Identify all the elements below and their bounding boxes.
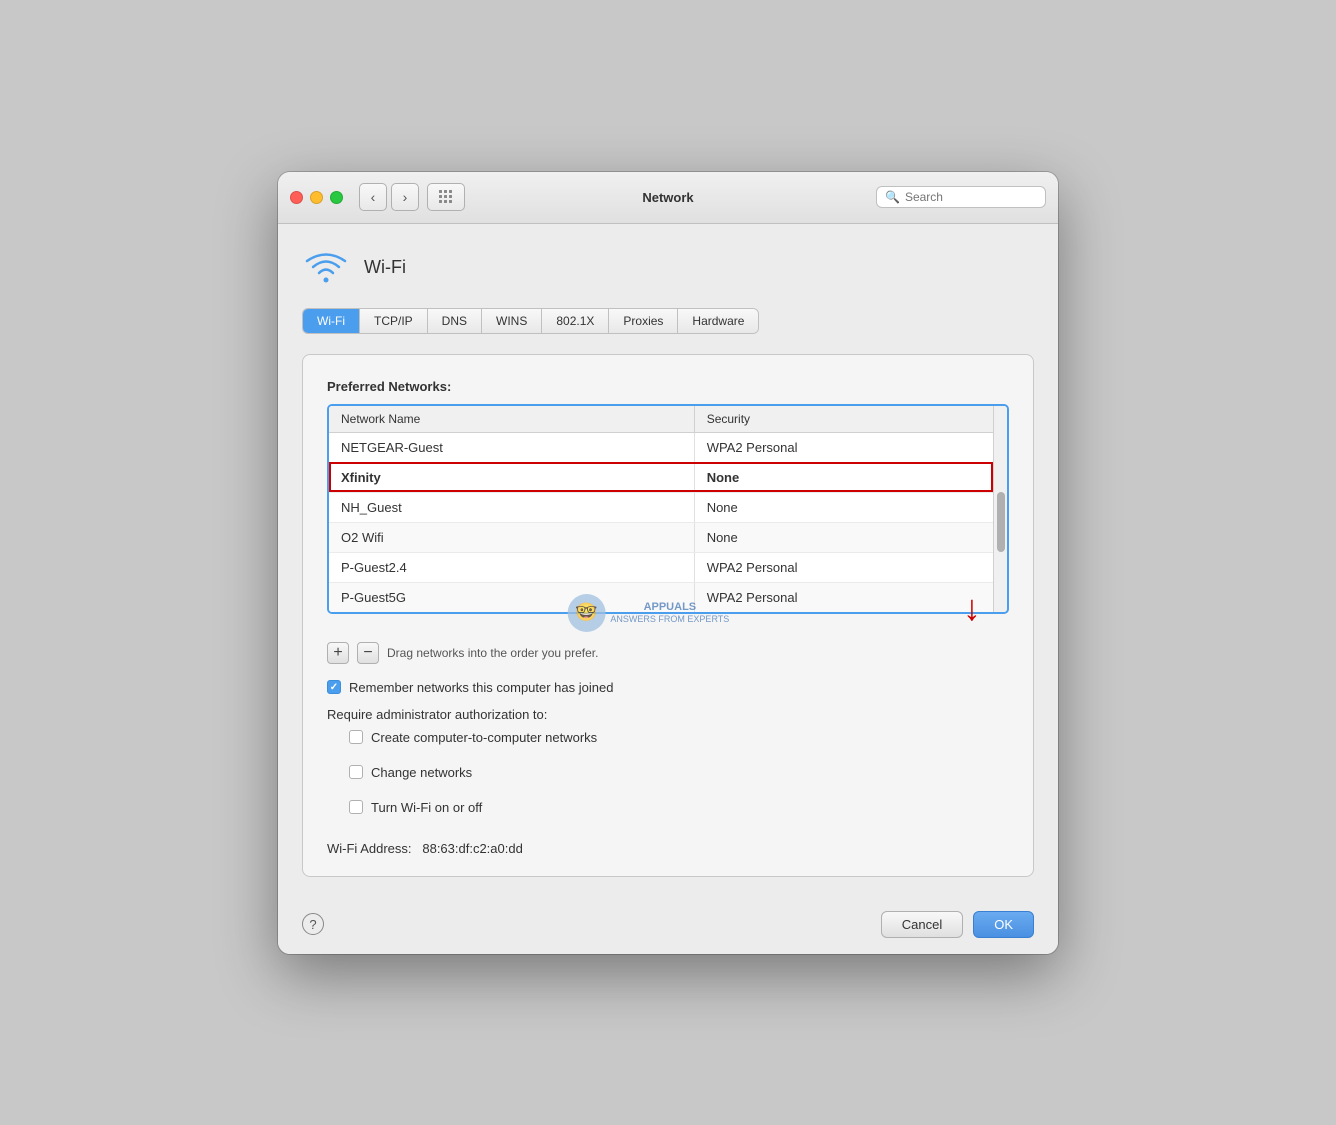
preferred-networks-label: Preferred Networks: (327, 379, 1009, 394)
close-button[interactable] (290, 191, 303, 204)
network-security: None (694, 462, 993, 492)
remember-networks-label: Remember networks this computer has join… (349, 680, 613, 695)
admin-option-1[interactable]: Change networks (349, 765, 1009, 780)
tab-dns[interactable]: DNS (428, 309, 482, 333)
table-header-row: Network Name Security (329, 406, 993, 433)
networks-table-container: Network Name Security NETGEAR-Guest WPA2… (327, 404, 1009, 614)
table-row[interactable]: P-Guest2.4 WPA2 Personal (329, 552, 993, 582)
wifi-title: Wi-Fi (364, 257, 406, 278)
back-button[interactable]: ‹ (359, 183, 387, 211)
network-security: None (694, 492, 993, 522)
search-input[interactable] (905, 190, 1037, 204)
remember-networks-checkbox[interactable] (327, 680, 341, 694)
titlebar: ‹ › Network 🔍 (278, 172, 1058, 224)
table-row[interactable]: O2 Wifi None (329, 522, 993, 552)
network-name: Xfinity (329, 462, 694, 492)
wifi-icon (302, 244, 350, 292)
scrollbar-thumb[interactable] (997, 492, 1005, 552)
network-name: P-Guest5G (329, 582, 694, 612)
grid-icon (439, 190, 453, 204)
wifi-header: Wi-Fi (302, 244, 1034, 292)
main-window: ‹ › Network 🔍 (278, 172, 1058, 954)
tab-bar: Wi-Fi TCP/IP DNS WINS 802.1X Proxies Har… (302, 308, 759, 334)
create-networks-checkbox[interactable] (349, 730, 363, 744)
table-row[interactable]: NH_Guest None (329, 492, 993, 522)
content-area: Wi-Fi Wi-Fi TCP/IP DNS WINS 802.1X Proxi… (278, 224, 1058, 897)
minimize-button[interactable] (310, 191, 323, 204)
table-row[interactable]: P-Guest5G WPA2 Personal (329, 582, 993, 612)
create-networks-label: Create computer-to-computer networks (371, 730, 597, 745)
tab-proxies[interactable]: Proxies (609, 309, 678, 333)
search-icon: 🔍 (885, 190, 900, 204)
network-name: P-Guest2.4 (329, 552, 694, 582)
networks-table: Network Name Security NETGEAR-Guest WPA2… (329, 406, 993, 612)
window-title: Network (642, 190, 693, 205)
wifi-address-value: 88:63:df:c2:a0:dd (422, 841, 522, 856)
cancel-button[interactable]: Cancel (881, 911, 963, 938)
admin-option-0[interactable]: Create computer-to-computer networks (349, 730, 1009, 745)
require-admin-label: Require administrator authorization to: (327, 707, 1009, 722)
remove-network-button[interactable]: − (357, 642, 379, 664)
add-remove-bar: + − Drag networks into the order you pre… (327, 642, 1009, 664)
network-name: O2 Wifi (329, 522, 694, 552)
ok-button[interactable]: OK (973, 911, 1034, 938)
network-security: None (694, 522, 993, 552)
forward-button[interactable]: › (391, 183, 419, 211)
change-networks-label: Change networks (371, 765, 472, 780)
change-networks-checkbox[interactable] (349, 765, 363, 779)
scrollbar[interactable] (993, 406, 1007, 612)
networks-inner: Network Name Security NETGEAR-Guest WPA2… (329, 406, 993, 612)
table-row[interactable]: NETGEAR-Guest WPA2 Personal (329, 432, 993, 462)
tab-hardware[interactable]: Hardware (678, 309, 758, 333)
bottom-bar: ? Cancel OK (278, 897, 1058, 954)
networks-table-wrapper: Network Name Security NETGEAR-Guest WPA2… (327, 404, 1009, 614)
tab-wifi[interactable]: Wi-Fi (303, 309, 360, 333)
turn-wifi-label: Turn Wi-Fi on or off (371, 800, 482, 815)
network-security: WPA2 Personal (694, 552, 993, 582)
search-box[interactable]: 🔍 (876, 186, 1046, 208)
help-button[interactable]: ? (302, 913, 324, 935)
maximize-button[interactable] (330, 191, 343, 204)
network-security: WPA2 Personal (694, 582, 993, 612)
settings-panel: Preferred Networks: Network Name Securit… (302, 354, 1034, 877)
wifi-address-row: Wi-Fi Address: 88:63:df:c2:a0:dd (327, 841, 1009, 856)
tab-wins[interactable]: WINS (482, 309, 542, 333)
tab-tcpip[interactable]: TCP/IP (360, 309, 428, 333)
turn-wifi-checkbox[interactable] (349, 800, 363, 814)
wifi-address-label: Wi-Fi Address: (327, 841, 412, 856)
add-network-button[interactable]: + (327, 642, 349, 664)
require-admin-section: Require administrator authorization to: … (327, 707, 1009, 827)
remember-networks-row[interactable]: Remember networks this computer has join… (327, 680, 1009, 695)
admin-option-2[interactable]: Turn Wi-Fi on or off (349, 800, 1009, 815)
network-security: WPA2 Personal (694, 432, 993, 462)
grid-button[interactable] (427, 183, 465, 211)
col-header-name: Network Name (329, 406, 694, 433)
network-name: NETGEAR-Guest (329, 432, 694, 462)
tab-8021x[interactable]: 802.1X (542, 309, 609, 333)
bottom-buttons: Cancel OK (881, 911, 1034, 938)
nav-buttons: ‹ › (359, 183, 419, 211)
traffic-lights (290, 191, 343, 204)
drag-hint: Drag networks into the order you prefer. (387, 646, 598, 660)
col-header-security: Security (694, 406, 993, 433)
table-row[interactable]: Xfinity None (329, 462, 993, 492)
network-name: NH_Guest (329, 492, 694, 522)
admin-options: Create computer-to-computer networks Cha… (349, 730, 1009, 827)
